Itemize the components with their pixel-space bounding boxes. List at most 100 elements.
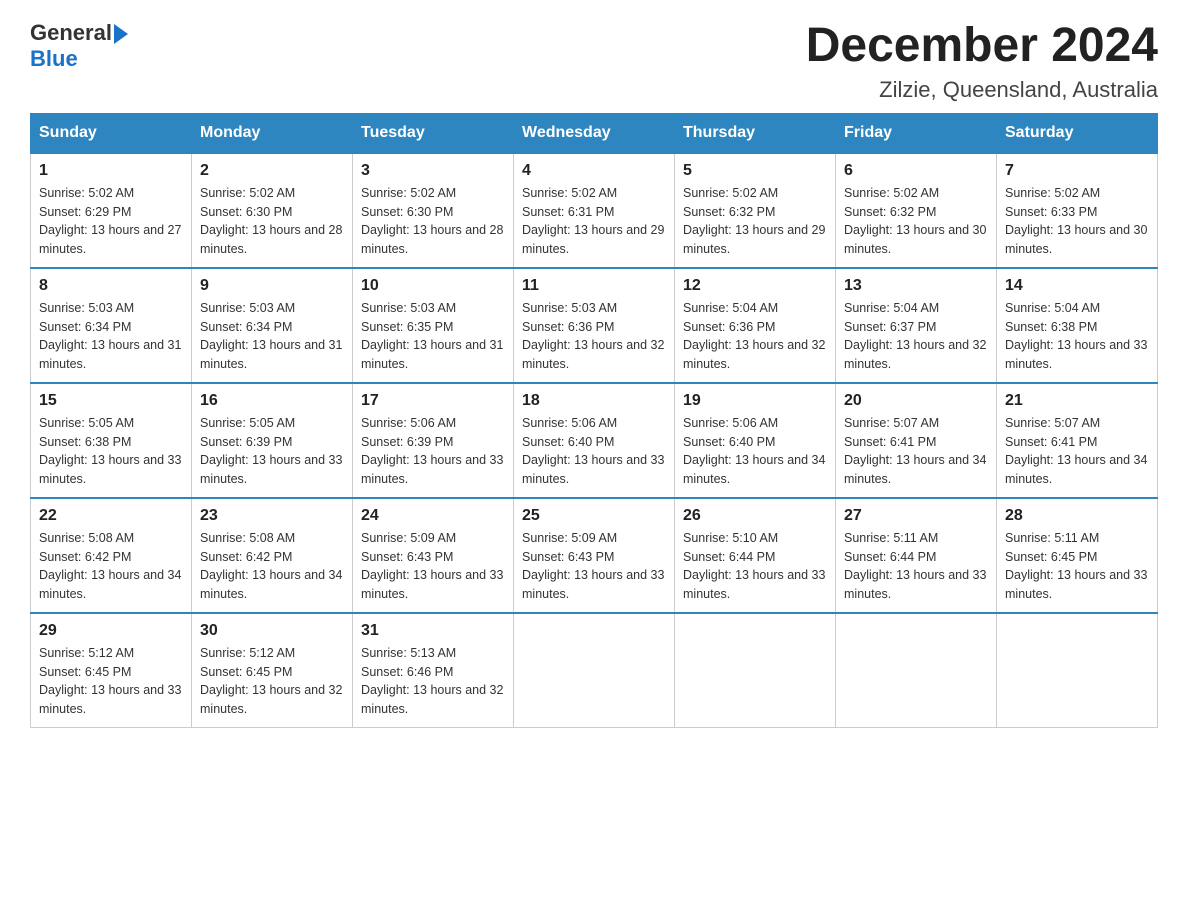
day-info: Sunrise: 5:10 AMSunset: 6:44 PMDaylight:… [683,529,827,604]
day-number: 29 [39,622,183,640]
day-number: 7 [1005,162,1149,180]
header-friday: Friday [836,113,997,153]
day-number: 30 [200,622,344,640]
header-sunday: Sunday [31,113,192,153]
header-saturday: Saturday [997,113,1158,153]
day-number: 8 [39,277,183,295]
day-number: 5 [683,162,827,180]
calendar-cell: 14 Sunrise: 5:04 AMSunset: 6:38 PMDayligh… [997,268,1158,383]
calendar-cell: 10 Sunrise: 5:03 AMSunset: 6:35 PMDayligh… [353,268,514,383]
calendar-cell: 17 Sunrise: 5:06 AMSunset: 6:39 PMDayligh… [353,383,514,498]
day-info: Sunrise: 5:02 AMSunset: 6:31 PMDaylight:… [522,184,666,259]
calendar-cell: 1Sunrise: 5:02 AMSunset: 6:29 PMDaylight… [31,153,192,268]
calendar-cell: 6Sunrise: 5:02 AMSunset: 6:32 PMDaylight… [836,153,997,268]
day-info: Sunrise: 5:02 AMSunset: 6:29 PMDaylight:… [39,184,183,259]
day-info: Sunrise: 5:08 AMSunset: 6:42 PMDaylight:… [39,529,183,604]
day-info: Sunrise: 5:11 AMSunset: 6:45 PMDaylight:… [1005,529,1149,604]
calendar-cell: 13 Sunrise: 5:04 AMSunset: 6:37 PMDayligh… [836,268,997,383]
day-info: Sunrise: 5:12 AMSunset: 6:45 PMDaylight:… [200,644,344,719]
logo: General Blue [30,20,128,72]
calendar-cell [997,613,1158,728]
day-info: Sunrise: 5:02 AMSunset: 6:30 PMDaylight:… [361,184,505,259]
day-number: 13 [844,277,988,295]
day-info: Sunrise: 5:06 AMSunset: 6:39 PMDaylight:… [361,414,505,489]
day-number: 17 [361,392,505,410]
calendar-cell [836,613,997,728]
day-number: 15 [39,392,183,410]
day-info: Sunrise: 5:03 AMSunset: 6:34 PMDaylight:… [200,299,344,374]
day-info: Sunrise: 5:03 AMSunset: 6:36 PMDaylight:… [522,299,666,374]
day-info: Sunrise: 5:09 AMSunset: 6:43 PMDaylight:… [361,529,505,604]
day-info: Sunrise: 5:13 AMSunset: 6:46 PMDaylight:… [361,644,505,719]
day-number: 19 [683,392,827,410]
calendar-cell: 27Sunrise: 5:11 AMSunset: 6:44 PMDayligh… [836,498,997,613]
header-thursday: Thursday [675,113,836,153]
day-number: 28 [1005,507,1149,525]
day-info: Sunrise: 5:09 AMSunset: 6:43 PMDaylight:… [522,529,666,604]
calendar-week-4: 22 Sunrise: 5:08 AMSunset: 6:42 PMDayligh… [31,498,1158,613]
header-tuesday: Tuesday [353,113,514,153]
day-info: Sunrise: 5:03 AMSunset: 6:35 PMDaylight:… [361,299,505,374]
day-info: Sunrise: 5:12 AMSunset: 6:45 PMDaylight:… [39,644,183,719]
logo-general: General [30,20,112,46]
calendar-cell [514,613,675,728]
calendar-cell: 9Sunrise: 5:03 AMSunset: 6:34 PMDaylight… [192,268,353,383]
day-number: 25 [522,507,666,525]
day-number: 3 [361,162,505,180]
calendar-cell: 30 Sunrise: 5:12 AMSunset: 6:45 PMDayligh… [192,613,353,728]
day-info: Sunrise: 5:06 AMSunset: 6:40 PMDaylight:… [522,414,666,489]
calendar-cell: 21 Sunrise: 5:07 AMSunset: 6:41 PMDayligh… [997,383,1158,498]
calendar-cell: 31 Sunrise: 5:13 AMSunset: 6:46 PMDayligh… [353,613,514,728]
calendar-cell: 29 Sunrise: 5:12 AMSunset: 6:45 PMDayligh… [31,613,192,728]
calendar-cell: 23Sunrise: 5:08 AMSunset: 6:42 PMDayligh… [192,498,353,613]
calendar-cell: 25 Sunrise: 5:09 AMSunset: 6:43 PMDayligh… [514,498,675,613]
day-info: Sunrise: 5:02 AMSunset: 6:33 PMDaylight:… [1005,184,1149,259]
calendar-cell: 12Sunrise: 5:04 AMSunset: 6:36 PMDayligh… [675,268,836,383]
day-number: 26 [683,507,827,525]
day-info: Sunrise: 5:11 AMSunset: 6:44 PMDaylight:… [844,529,988,604]
header-monday: Monday [192,113,353,153]
calendar-cell: 3 Sunrise: 5:02 AMSunset: 6:30 PMDaylight… [353,153,514,268]
calendar-cell: 2Sunrise: 5:02 AMSunset: 6:30 PMDaylight… [192,153,353,268]
calendar-week-1: 1Sunrise: 5:02 AMSunset: 6:29 PMDaylight… [31,153,1158,268]
calendar-cell [675,613,836,728]
calendar-header-row: SundayMondayTuesdayWednesdayThursdayFrid… [31,113,1158,153]
day-number: 14 [1005,277,1149,295]
day-number: 4 [522,162,666,180]
day-number: 31 [361,622,505,640]
calendar-cell: 20Sunrise: 5:07 AMSunset: 6:41 PMDayligh… [836,383,997,498]
calendar-week-5: 29 Sunrise: 5:12 AMSunset: 6:45 PMDayligh… [31,613,1158,728]
calendar-cell: 8 Sunrise: 5:03 AMSunset: 6:34 PMDaylight… [31,268,192,383]
day-number: 21 [1005,392,1149,410]
calendar-cell: 7 Sunrise: 5:02 AMSunset: 6:33 PMDaylight… [997,153,1158,268]
calendar-cell: 28 Sunrise: 5:11 AMSunset: 6:45 PMDayligh… [997,498,1158,613]
day-info: Sunrise: 5:04 AMSunset: 6:37 PMDaylight:… [844,299,988,374]
calendar-table: SundayMondayTuesdayWednesdayThursdayFrid… [30,113,1158,728]
calendar-cell: 16 Sunrise: 5:05 AMSunset: 6:39 PMDayligh… [192,383,353,498]
day-info: Sunrise: 5:07 AMSunset: 6:41 PMDaylight:… [1005,414,1149,489]
day-number: 10 [361,277,505,295]
logo-arrow-icon [114,24,128,44]
calendar-cell: 4 Sunrise: 5:02 AMSunset: 6:31 PMDaylight… [514,153,675,268]
calendar-cell: 19 Sunrise: 5:06 AMSunset: 6:40 PMDayligh… [675,383,836,498]
day-info: Sunrise: 5:06 AMSunset: 6:40 PMDaylight:… [683,414,827,489]
calendar-cell: 24Sunrise: 5:09 AMSunset: 6:43 PMDayligh… [353,498,514,613]
day-number: 16 [200,392,344,410]
day-info: Sunrise: 5:07 AMSunset: 6:41 PMDaylight:… [844,414,988,489]
day-info: Sunrise: 5:04 AMSunset: 6:38 PMDaylight:… [1005,299,1149,374]
calendar-week-3: 15 Sunrise: 5:05 AMSunset: 6:38 PMDayligh… [31,383,1158,498]
day-info: Sunrise: 5:04 AMSunset: 6:36 PMDaylight:… [683,299,827,374]
day-number: 18 [522,392,666,410]
calendar-cell: 5Sunrise: 5:02 AMSunset: 6:32 PMDaylight… [675,153,836,268]
calendar-cell: 22 Sunrise: 5:08 AMSunset: 6:42 PMDayligh… [31,498,192,613]
day-info: Sunrise: 5:03 AMSunset: 6:34 PMDaylight:… [39,299,183,374]
title-block: December 2024 Zilzie, Queensland, Austra… [806,20,1158,103]
day-number: 22 [39,507,183,525]
day-number: 2 [200,162,344,180]
day-info: Sunrise: 5:05 AMSunset: 6:39 PMDaylight:… [200,414,344,489]
month-title: December 2024 [806,20,1158,73]
page-header: General Blue December 2024 Zilzie, Queen… [30,20,1158,103]
day-info: Sunrise: 5:02 AMSunset: 6:32 PMDaylight:… [844,184,988,259]
day-info: Sunrise: 5:05 AMSunset: 6:38 PMDaylight:… [39,414,183,489]
calendar-cell: 18 Sunrise: 5:06 AMSunset: 6:40 PMDayligh… [514,383,675,498]
